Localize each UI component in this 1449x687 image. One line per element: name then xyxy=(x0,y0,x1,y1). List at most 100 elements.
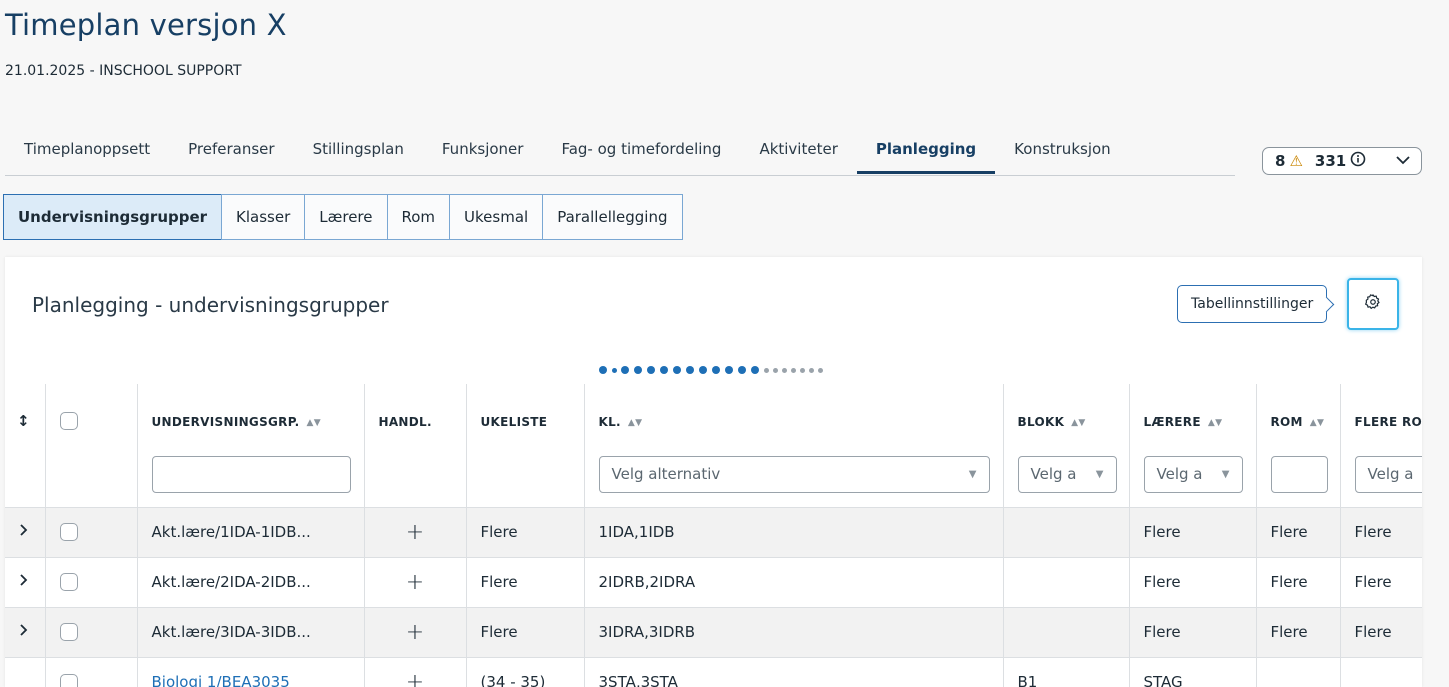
pagination-dot-active[interactable] xyxy=(647,366,655,374)
filter-undervisningsgrp-input[interactable] xyxy=(152,456,351,493)
cell-blokk xyxy=(1003,557,1129,607)
chevron-right-icon xyxy=(19,573,29,587)
caret-down-icon: ▼ xyxy=(969,457,977,492)
cell-group[interactable]: Akt.lære/2IDA-2IDB... xyxy=(137,557,364,607)
expand-row-button[interactable] xyxy=(5,607,45,657)
pagination-dot-active[interactable] xyxy=(751,366,759,374)
pagination-dot[interactable] xyxy=(809,368,814,373)
sort-icon[interactable]: ▲▼ xyxy=(306,418,320,428)
cell-blokk xyxy=(1003,507,1129,557)
pagination-dot[interactable] xyxy=(791,368,796,373)
filter-laerere-select[interactable]: Velg a▼ xyxy=(1144,456,1243,493)
add-action-button[interactable]: + xyxy=(364,557,466,607)
cell-group-link[interactable]: Biologi 1/BEA3035 xyxy=(137,657,364,687)
pagination-dot-active[interactable] xyxy=(612,368,617,373)
add-action-button[interactable]: + xyxy=(364,657,466,687)
warning-triangle-icon: ⚠ xyxy=(1289,152,1302,170)
col-laerere: LÆRERE ▲▼ Velg a▼ xyxy=(1129,384,1256,507)
pagination-dot-active[interactable] xyxy=(634,366,642,374)
caret-down-icon: ▼ xyxy=(1096,457,1104,492)
cell-kl: 3STA,3STA xyxy=(584,657,1003,687)
sort-kl[interactable]: KL. xyxy=(599,415,621,429)
sort-laerere[interactable]: LÆRERE xyxy=(1144,415,1201,429)
sort-blokk[interactable]: BLOKK xyxy=(1018,415,1065,429)
table-row: Akt.lære/3IDA-3IDB... + Flere 3IDRA,3IDR… xyxy=(5,607,1422,657)
sort-icon[interactable]: ▲▼ xyxy=(628,418,642,428)
issues-badge-dropdown[interactable]: 8 ⚠ 331 xyxy=(1262,147,1422,175)
tab-fag-og-timefordeling[interactable]: Fag- og timefordeling xyxy=(542,126,740,174)
pagination-dot-active[interactable] xyxy=(686,366,694,374)
table-row: Akt.lære/2IDA-2IDB... + Flere 2IDRB,2IDR… xyxy=(5,557,1422,607)
pagination-dot[interactable] xyxy=(818,368,823,373)
pagination-dot[interactable] xyxy=(773,368,778,373)
pagination-dot[interactable] xyxy=(764,368,769,373)
sort-icon[interactable]: ▲▼ xyxy=(1208,418,1222,428)
subtab-klasser[interactable]: Klasser xyxy=(221,194,305,240)
subtab-ukesmal[interactable]: Ukesmal xyxy=(449,194,543,240)
row-checkbox[interactable] xyxy=(60,523,78,541)
reorder-header[interactable]: ↕ xyxy=(5,384,45,507)
pagination-dot[interactable] xyxy=(800,368,805,373)
pagination-dot-active[interactable] xyxy=(712,366,720,374)
planning-card: Planlegging - undervisningsgrupper Tabel… xyxy=(5,257,1422,687)
row-checkbox[interactable] xyxy=(60,573,78,591)
add-action-button[interactable]: + xyxy=(364,607,466,657)
info-count: 331 xyxy=(1315,152,1346,170)
pagination-dot-active[interactable] xyxy=(699,366,707,374)
pagination-dot-active[interactable] xyxy=(725,366,733,374)
table-settings-button[interactable] xyxy=(1347,278,1399,330)
col-rom: ROM ▲▼ xyxy=(1256,384,1340,507)
row-checkbox[interactable] xyxy=(60,623,78,641)
col-undervisningsgrp: UNDERVISNINGSGRP. ▲▼ xyxy=(137,384,364,507)
gear-icon xyxy=(1364,293,1382,315)
column-pagination-dots[interactable] xyxy=(599,366,827,374)
caret-down-icon: ▼ xyxy=(1222,457,1230,492)
select-all-checkbox[interactable] xyxy=(60,412,78,430)
pagination-dot-active[interactable] xyxy=(738,366,746,374)
cell-flere-rom: Flere xyxy=(1340,507,1422,557)
filter-flere-rom-select[interactable]: Velg a xyxy=(1355,456,1423,493)
subtab-parallellegging[interactable]: Parallellegging xyxy=(542,194,682,240)
pagination-dot[interactable] xyxy=(782,368,787,373)
col-blokk: BLOKK ▲▼ Velg a▼ xyxy=(1003,384,1129,507)
cell-flere-rom xyxy=(1340,657,1422,687)
tab-aktiviteter[interactable]: Aktiviteter xyxy=(740,126,856,174)
tab-stillingsplan[interactable]: Stillingsplan xyxy=(294,126,423,174)
cell-laerere: Flere xyxy=(1129,557,1256,607)
pagination-dot-active[interactable] xyxy=(673,366,681,374)
tab-planlegging[interactable]: Planlegging xyxy=(857,126,995,174)
cell-laerere: Flere xyxy=(1129,507,1256,557)
tab-timeplanoppsett[interactable]: Timeplanoppsett xyxy=(5,126,169,174)
sort-icon[interactable]: ▲▼ xyxy=(1310,418,1324,428)
cell-rom xyxy=(1256,657,1340,687)
subtab-laerere[interactable]: Lærere xyxy=(304,194,387,240)
filter-rom-input[interactable] xyxy=(1271,456,1328,493)
sort-icon[interactable]: ▲▼ xyxy=(1071,418,1085,428)
table-row: Biologi 1/BEA3035 + (34 - 35) 3STA,3STA … xyxy=(5,657,1422,687)
table-row: Akt.lære/1IDA-1IDB... + Flere 1IDA,1IDB … xyxy=(5,507,1422,557)
pagination-dot-active[interactable] xyxy=(621,366,629,374)
subtab-rom[interactable]: Rom xyxy=(387,194,451,240)
planning-table: ↕ UNDERVISNINGSGRP.▲▼ HANDL. UKELISTE KL… xyxy=(5,384,1422,687)
expand-row-button[interactable] xyxy=(5,557,45,607)
cell-blokk: B1 xyxy=(1003,657,1129,687)
add-action-button[interactable]: + xyxy=(364,507,466,557)
cell-group[interactable]: Akt.lære/3IDA-3IDB... xyxy=(137,607,364,657)
info-circle-icon xyxy=(1350,151,1366,171)
sort-rom[interactable]: ROM xyxy=(1271,415,1303,429)
subtab-undervisningsgrupper[interactable]: Undervisningsgrupper xyxy=(3,194,222,240)
pagination-dot-active[interactable] xyxy=(660,366,668,374)
tab-funksjoner[interactable]: Funksjoner xyxy=(423,126,543,174)
filter-blokk-select[interactable]: Velg a▼ xyxy=(1018,456,1117,493)
expand-row-button[interactable] xyxy=(5,507,45,557)
tab-preferanser[interactable]: Preferanser xyxy=(169,126,293,174)
row-checkbox[interactable] xyxy=(60,674,78,687)
tab-konstruksjon[interactable]: Konstruksjon xyxy=(995,126,1130,174)
sort-undervisningsgrp[interactable]: UNDERVISNINGSGRP. xyxy=(152,415,300,429)
chevron-right-icon xyxy=(19,523,29,537)
filter-kl-select[interactable]: Velg alternativ▼ xyxy=(599,456,990,493)
expand-row-cell xyxy=(5,657,45,687)
cell-group[interactable]: Akt.lære/1IDA-1IDB... xyxy=(137,507,364,557)
pagination-dot-active[interactable] xyxy=(599,366,607,374)
cell-ukeliste: (34 - 35) xyxy=(466,657,584,687)
